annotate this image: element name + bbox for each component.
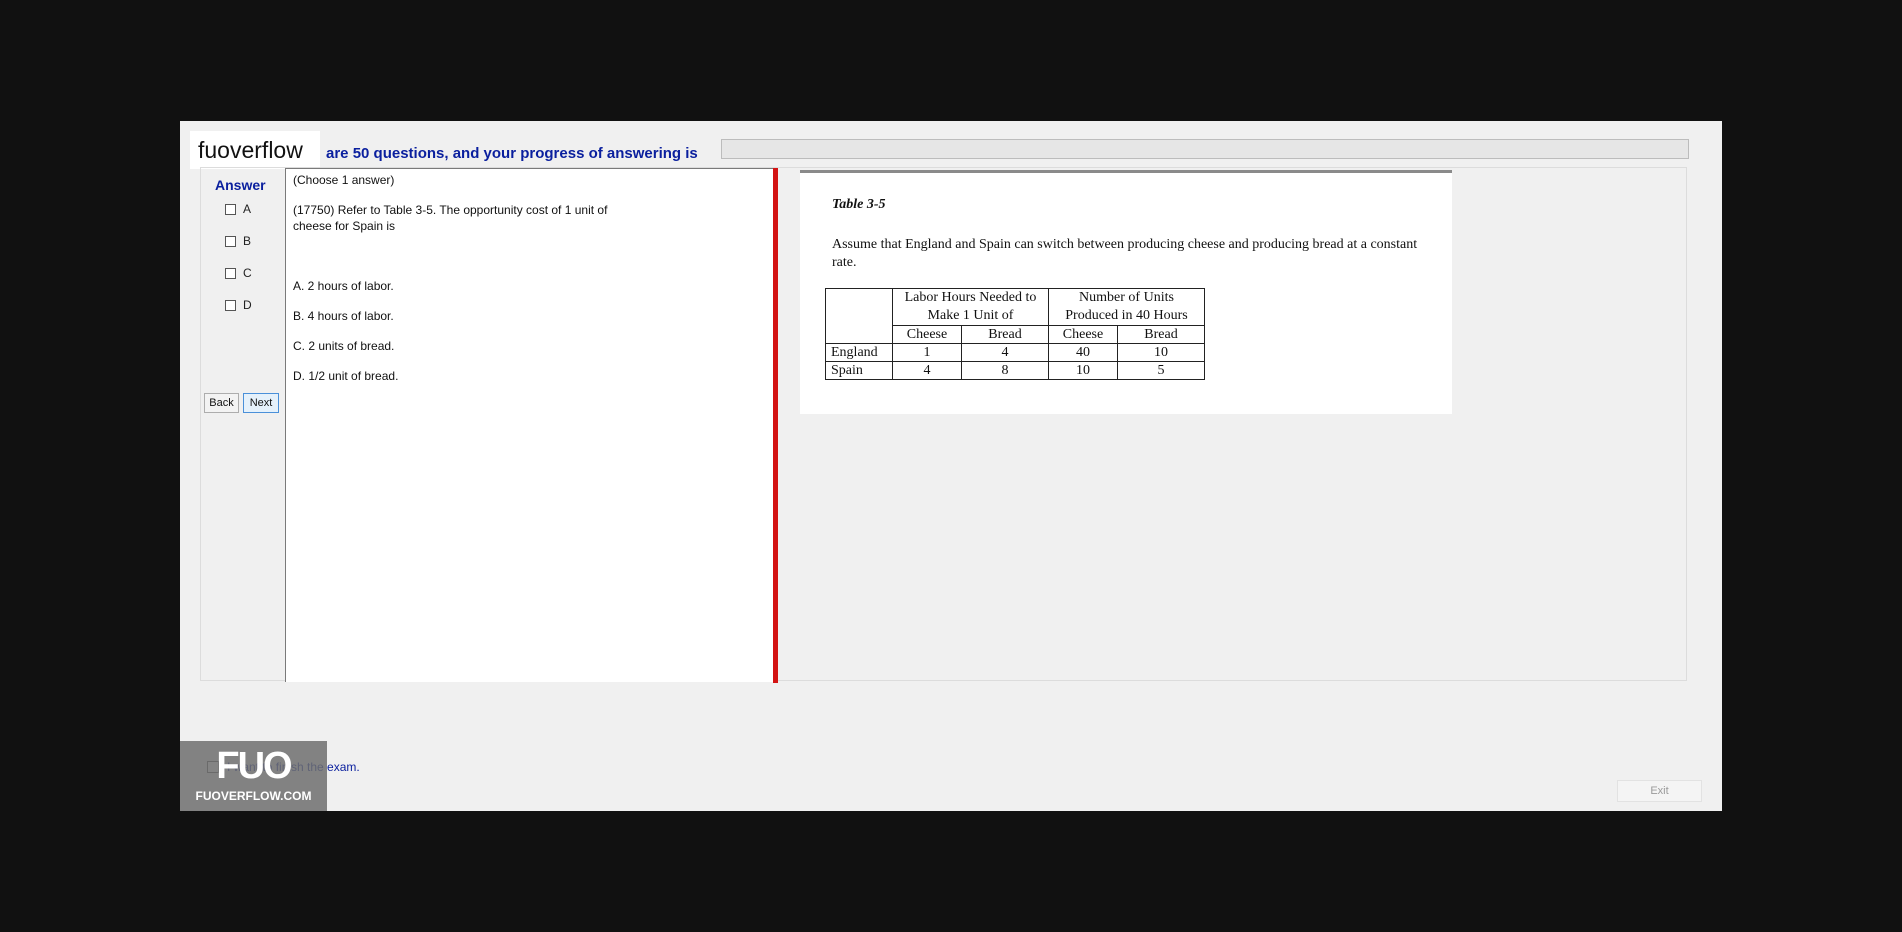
- next-button[interactable]: Next: [243, 393, 279, 413]
- table-row: England 1 4 40 10: [825, 343, 1205, 362]
- table-group-header: Number of Units Produced in 40 Hours: [1048, 288, 1205, 326]
- option-b-label: B: [243, 234, 252, 248]
- table-cell: 10: [1048, 361, 1118, 380]
- option-c-checkbox[interactable]: [225, 267, 236, 279]
- logo-mark: FUO: [216, 745, 292, 787]
- progress-bar: [721, 139, 1689, 159]
- main-area: Answer A B C D Back Next (Choose 1 answe…: [200, 167, 1702, 817]
- table-subheader: Bread: [961, 325, 1049, 344]
- table-group-header: Labor Hours Needed to Make 1 Unit of: [892, 288, 1049, 326]
- back-button[interactable]: Back: [204, 393, 239, 413]
- question-frame: Answer A B C D Back Next (Choose 1 answe…: [200, 167, 1687, 683]
- table-cell: 5: [1117, 361, 1205, 380]
- choice-a: A. 2 hours of labor.: [293, 279, 394, 293]
- logo-caption: FUOVERFLOW.COM: [195, 789, 312, 803]
- exam-window: fuoverflow are 50 questions, and your pr…: [180, 121, 1722, 811]
- option-b[interactable]: B: [225, 233, 251, 249]
- option-d-label: D: [243, 298, 252, 312]
- option-b-checkbox[interactable]: [225, 235, 236, 247]
- option-d-checkbox[interactable]: [225, 299, 236, 311]
- watermark-text: fuoverflow: [190, 131, 320, 169]
- choice-b: B. 4 hours of labor.: [293, 309, 394, 323]
- option-a-checkbox[interactable]: [225, 203, 236, 215]
- table-row: Spain 4 8 10 5: [825, 361, 1205, 380]
- question-stem: (17750) Refer to Table 3-5. The opportun…: [293, 203, 608, 233]
- table-cell: 40: [1048, 343, 1118, 362]
- progress-label: are 50 questions, and your progress of a…: [326, 145, 698, 162]
- table-corner-cell: [825, 288, 893, 344]
- table-row-label: Spain: [825, 361, 893, 380]
- figure-title: Table 3-5: [832, 197, 886, 212]
- table-cell: 1: [892, 343, 962, 362]
- watermark-logo: FUO FUOVERFLOW.COM: [180, 741, 327, 811]
- question-panel: (Choose 1 answer) (17750) Refer to Table…: [285, 168, 773, 682]
- exit-button[interactable]: Exit: [1617, 780, 1702, 802]
- choice-c: C. 2 units of bread.: [293, 339, 395, 353]
- choice-d: D. 1/2 unit of bread.: [293, 369, 399, 383]
- option-d[interactable]: D: [225, 297, 252, 313]
- option-c[interactable]: C: [225, 265, 252, 281]
- question-figure: Table 3-5 Assume that England and Spain …: [800, 170, 1452, 414]
- option-a[interactable]: A: [225, 201, 251, 217]
- table-cell: 8: [961, 361, 1049, 380]
- data-table: Labor Hours Needed to Make 1 Unit of Num…: [825, 288, 1205, 380]
- panel-splitter[interactable]: [773, 168, 778, 683]
- table-cell: 4: [961, 343, 1049, 362]
- table-cell: 4: [892, 361, 962, 380]
- answer-heading: Answer: [215, 177, 266, 193]
- table-subheader: Bread: [1117, 325, 1205, 344]
- table-subheader: Cheese: [1048, 325, 1118, 344]
- figure-description: Assume that England and Spain can switch…: [832, 237, 1418, 270]
- option-c-label: C: [243, 266, 252, 280]
- table-row-label: England: [825, 343, 893, 362]
- table-cell: 10: [1117, 343, 1205, 362]
- table-subheader: Cheese: [892, 325, 962, 344]
- table-header-row: Labor Hours Needed to Make 1 Unit of Num…: [825, 288, 1205, 344]
- option-a-label: A: [243, 202, 252, 216]
- answer-instruction: (Choose 1 answer): [293, 173, 395, 187]
